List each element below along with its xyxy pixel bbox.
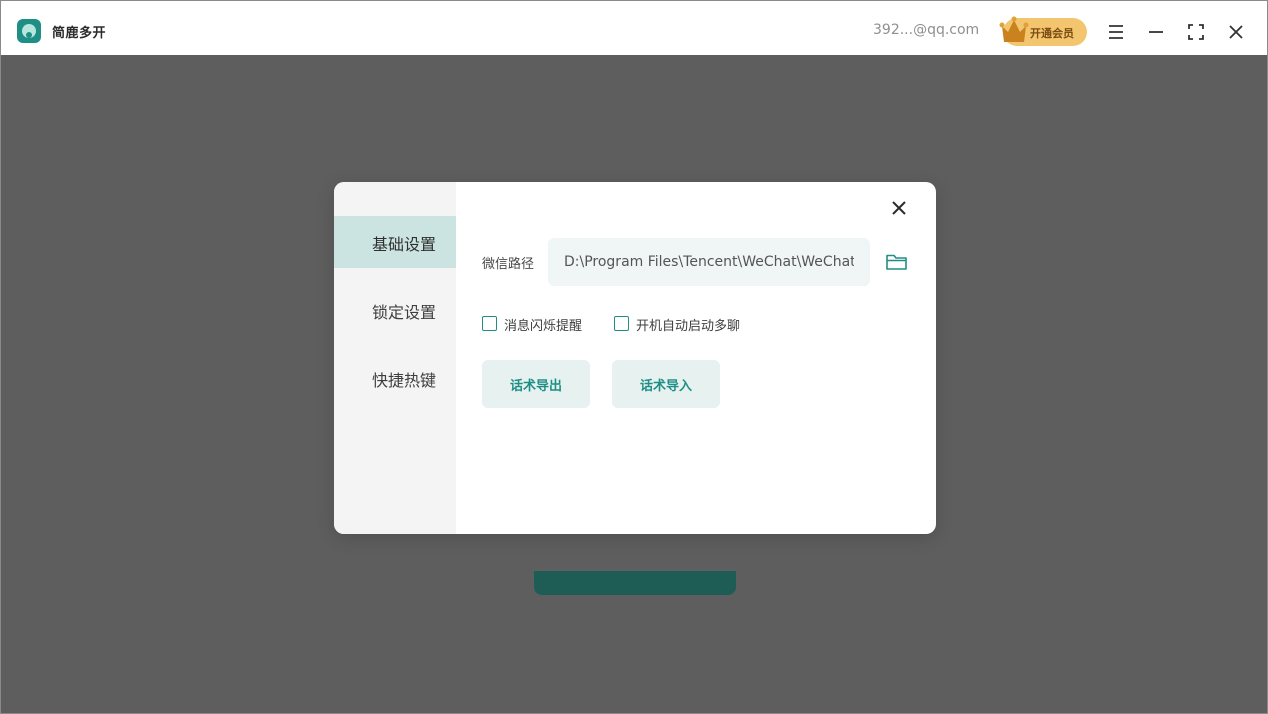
settings-dialog: 基础设置 锁定设置 快捷热键 微信路径 消息闪烁提醒 开机自动启 <box>334 182 936 534</box>
checkbox-box[interactable] <box>614 316 629 331</box>
menu-icon[interactable] <box>1105 21 1127 43</box>
crown-icon <box>999 16 1029 42</box>
vip-button[interactable]: 开通会员 <box>999 16 1087 46</box>
app-window: 简鹿多开 392...@qq.com 开通会员 基础设置 锁定设置 快捷热键 微… <box>0 0 1268 714</box>
maximize-icon[interactable] <box>1185 21 1207 43</box>
title-bar: 简鹿多开 392...@qq.com 开通会员 <box>1 1 1267 56</box>
wechat-path-input[interactable] <box>548 238 870 286</box>
checkbox-label: 开机自动启动多聊 <box>636 319 741 334</box>
import-scripts-button[interactable]: 话术导入 <box>612 360 720 408</box>
export-scripts-button[interactable]: 话术导出 <box>482 360 590 408</box>
checkbox-box[interactable] <box>482 316 497 331</box>
settings-sidebar: 基础设置 锁定设置 快捷热键 <box>334 182 456 534</box>
minimize-icon[interactable] <box>1145 21 1167 43</box>
sidebar-item-lock-settings[interactable]: 锁定设置 <box>334 284 456 336</box>
folder-icon[interactable] <box>885 251 909 273</box>
sidebar-item-label: 快捷热键 <box>372 371 437 390</box>
sidebar-item-label: 锁定设置 <box>372 303 437 322</box>
sidebar-item-label: 基础设置 <box>372 235 437 254</box>
close-icon[interactable] <box>1225 21 1247 43</box>
checkbox-label: 消息闪烁提醒 <box>504 319 583 334</box>
wechat-path-label: 微信路径 <box>482 257 535 272</box>
app-logo-icon <box>17 19 41 43</box>
dialog-close-icon[interactable] <box>889 198 909 218</box>
vip-label: 开通会员 <box>1030 27 1074 40</box>
app-title: 简鹿多开 <box>52 26 107 41</box>
account-email[interactable]: 392...@qq.com <box>873 22 979 38</box>
sidebar-item-hotkeys[interactable]: 快捷热键 <box>334 352 456 404</box>
sidebar-item-basic-settings[interactable]: 基础设置 <box>334 216 456 268</box>
background-start-button <box>534 571 736 595</box>
